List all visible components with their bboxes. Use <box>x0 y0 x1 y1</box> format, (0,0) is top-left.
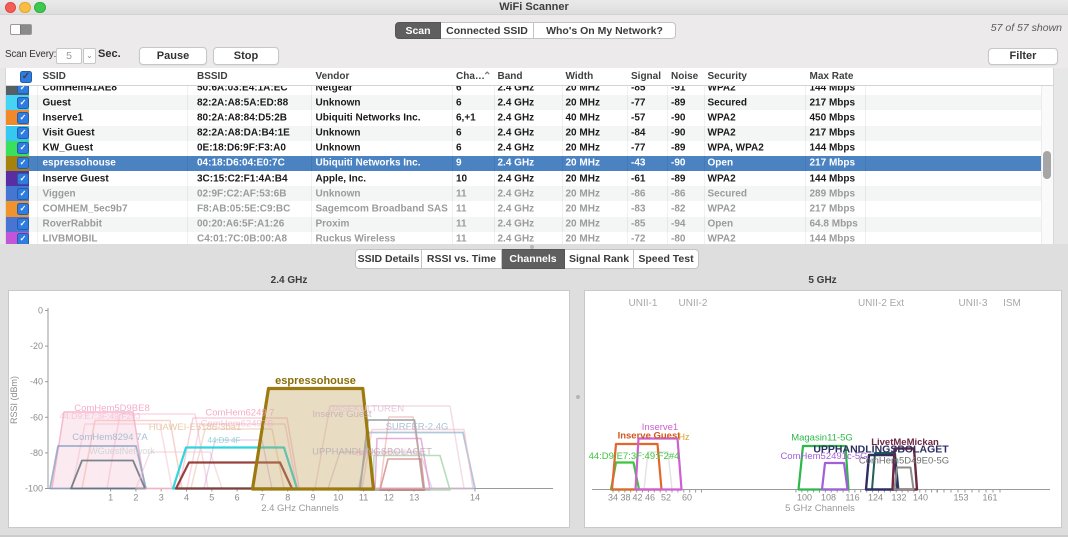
svg-text:44:D9:E7:3F:49:F2#3: 44:D9:E7:3F:49:F2#3 <box>59 411 141 421</box>
svg-text:6: 6 <box>235 493 240 503</box>
svg-text:1: 1 <box>108 493 113 503</box>
svg-text:4: 4 <box>184 493 189 503</box>
svg-text:0: 0 <box>38 306 43 316</box>
svg-text:RSSI (dBm): RSSI (dBm) <box>9 376 19 424</box>
svg-text:38: 38 <box>620 493 630 503</box>
svg-text:7: 7 <box>260 493 265 503</box>
svg-text:ComHem8294 7A: ComHem8294 7A <box>72 432 148 443</box>
svg-text:140: 140 <box>913 493 928 503</box>
svg-text:2: 2 <box>133 493 138 503</box>
svg-text:Magasin11-5G: Magasin11-5G <box>791 433 853 444</box>
svg-text:124: 124 <box>868 493 883 503</box>
svg-text:UNII-3: UNII-3 <box>959 298 988 309</box>
svg-text:ISM: ISM <box>1003 298 1021 309</box>
svg-text:-80: -80 <box>30 448 43 458</box>
svg-text:SBOLAGET3A: SBOLAGET3A <box>356 448 419 459</box>
svg-text:9: 9 <box>310 493 315 503</box>
svg-text:-100: -100 <box>25 484 43 494</box>
svg-text:108: 108 <box>821 493 836 503</box>
svg-text:116: 116 <box>845 493 859 503</box>
svg-text:ComHem6249 7: ComHem6249 7 <box>205 408 274 419</box>
svg-text:34: 34 <box>608 493 618 503</box>
svg-text:HUAWEI-E5186-3ba1: HUAWEI-E5186-3ba1 <box>149 422 242 433</box>
svg-text:8: 8 <box>285 493 290 503</box>
svg-text:5 GHz Channels: 5 GHz Channels <box>785 503 855 514</box>
svg-text:44:D9 4F: 44:D9 4F <box>208 436 241 445</box>
svg-text:11: 11 <box>359 493 368 503</box>
svg-text:52: 52 <box>661 493 671 503</box>
svg-text:UNII-2 Ext: UNII-2 Ext <box>858 298 904 309</box>
svg-text:Hz: Hz <box>679 432 690 442</box>
svg-text:60: 60 <box>682 493 692 503</box>
svg-text:UNII-2: UNII-2 <box>679 298 708 309</box>
svg-text:-60: -60 <box>30 412 43 422</box>
svg-text:13: 13 <box>409 493 419 503</box>
svg-text:100: 100 <box>797 493 812 503</box>
svg-text:espressohouse: espressohouse <box>275 375 356 387</box>
svg-text:LivetMeMickan: LivetMeMickan <box>871 437 939 448</box>
svg-text:JASEKULTUREN: JASEKULTUREN <box>330 404 404 415</box>
svg-text:SURFER-2.4G: SURFER-2.4G <box>386 422 449 433</box>
svg-text:5: 5 <box>209 493 214 503</box>
svg-text:-40: -40 <box>30 377 43 387</box>
svg-text:3: 3 <box>159 493 164 503</box>
svg-text:12: 12 <box>384 493 394 503</box>
svg-text:ComHem5D49E0-5G: ComHem5D49E0-5G <box>859 456 949 467</box>
svg-text:Inserve1: Inserve1 <box>642 422 678 433</box>
svg-text:132: 132 <box>891 493 906 503</box>
svg-text:161: 161 <box>982 493 997 503</box>
svg-text:2.4 GHz Channels: 2.4 GHz Channels <box>261 503 339 514</box>
svg-text:14: 14 <box>470 493 480 503</box>
svg-text:UNII-1: UNII-1 <box>629 298 658 309</box>
svg-text:153: 153 <box>953 493 968 503</box>
svg-text:42: 42 <box>632 493 642 503</box>
svg-text:WGuestNetwork: WGuestNetwork <box>89 446 155 456</box>
svg-text:-20: -20 <box>30 341 43 351</box>
svg-text:46: 46 <box>645 493 655 503</box>
svg-text:44:D9:E7:3F:49:F2#4: 44:D9:E7:3F:49:F2#4 <box>589 451 680 462</box>
svg-text:10: 10 <box>333 493 343 503</box>
